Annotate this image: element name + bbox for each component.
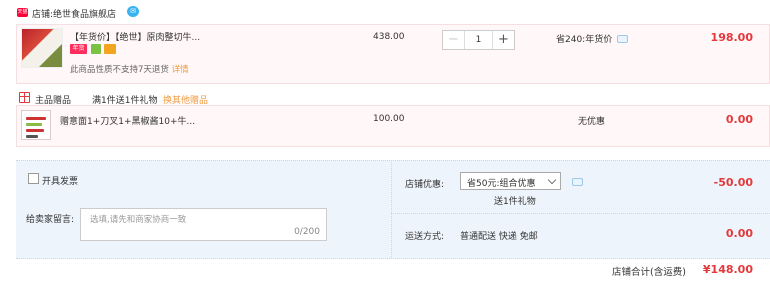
seller-message-input[interactable]: 选填,请先和商家协商一致 0/200 xyxy=(80,208,327,241)
gift-promo: 无优惠 xyxy=(578,117,606,127)
green-tag-icon xyxy=(91,44,101,54)
discount-selected: 省50元:组合优惠 xyxy=(467,179,536,189)
chevron-down-icon xyxy=(547,175,557,185)
store-total-row: 店铺合计(含运费) ¥148.00 xyxy=(0,259,770,279)
shipping-method: 普通配送 快递 免邮 xyxy=(460,232,538,242)
message-counter: 0/200 xyxy=(294,227,320,237)
invoice-label: 开具发票 xyxy=(42,177,79,187)
message-icon[interactable] xyxy=(572,178,583,186)
gift-icon xyxy=(19,92,30,103)
product-title[interactable]: 【年货价】【绝世】原肉整切牛... xyxy=(70,30,200,43)
product-thumbnail[interactable] xyxy=(21,28,63,68)
gift-thumbnail[interactable] xyxy=(21,110,51,140)
promo-text: 省240:年货价 xyxy=(556,35,613,45)
item-subtotal: 198.00 xyxy=(710,31,753,44)
invoice-checkbox[interactable] xyxy=(28,173,39,184)
message-label: 给卖家留言: xyxy=(26,215,75,225)
discount-label: 店铺优惠: xyxy=(405,180,445,190)
store-total-label: 店铺合计(含运费) xyxy=(612,267,686,278)
chat-icon[interactable]: ✉ xyxy=(127,6,139,17)
store-header: 天猫 店铺:绝世食品旗舰店 ✉ xyxy=(0,0,770,24)
options-divider xyxy=(391,160,392,259)
decrease-button[interactable]: − xyxy=(443,31,465,49)
increase-button[interactable]: + xyxy=(492,31,514,49)
store-name-link[interactable]: 绝世食品旗舰店 xyxy=(53,10,116,20)
tmall-badge-icon: 天猫 xyxy=(17,8,28,17)
card-tag-icon xyxy=(104,44,116,54)
tag-nianhuo: 年货 xyxy=(70,44,87,54)
message-placeholder: 选填,请先和商家协商一致 xyxy=(90,215,187,225)
store-total-amount: ¥148.00 xyxy=(702,263,753,276)
message-icon[interactable] xyxy=(617,35,628,43)
quantity-stepper[interactable]: − 1 + xyxy=(442,30,515,50)
discount-gift: 送1件礼物 xyxy=(494,197,536,207)
gift-title[interactable]: 赠意面1+刀叉1+黑椒酱10+牛... xyxy=(60,114,195,127)
discount-amount: -50.00 xyxy=(713,176,753,189)
discount-select[interactable]: 省50元:组合优惠 xyxy=(460,172,561,190)
store-label: 店铺: xyxy=(32,10,54,20)
shipping-amount: 0.00 xyxy=(725,227,753,240)
quantity-input[interactable]: 1 xyxy=(465,31,492,49)
gift-unit-price: 100.00 xyxy=(373,114,405,124)
store-name[interactable]: 店铺:绝世食品旗舰店 xyxy=(32,7,116,20)
return-policy-text: 此商品性质不支持7天退货 xyxy=(70,65,169,75)
gift-subtotal: 0.00 xyxy=(725,113,753,126)
options-divider-horizontal xyxy=(391,213,770,214)
unit-price: 438.00 xyxy=(373,32,405,42)
return-policy-note: 此商品性质不支持7天退货 详情 xyxy=(70,63,189,75)
shipping-label: 运送方式: xyxy=(405,232,445,242)
policy-details-link[interactable]: 详情 xyxy=(172,65,189,75)
